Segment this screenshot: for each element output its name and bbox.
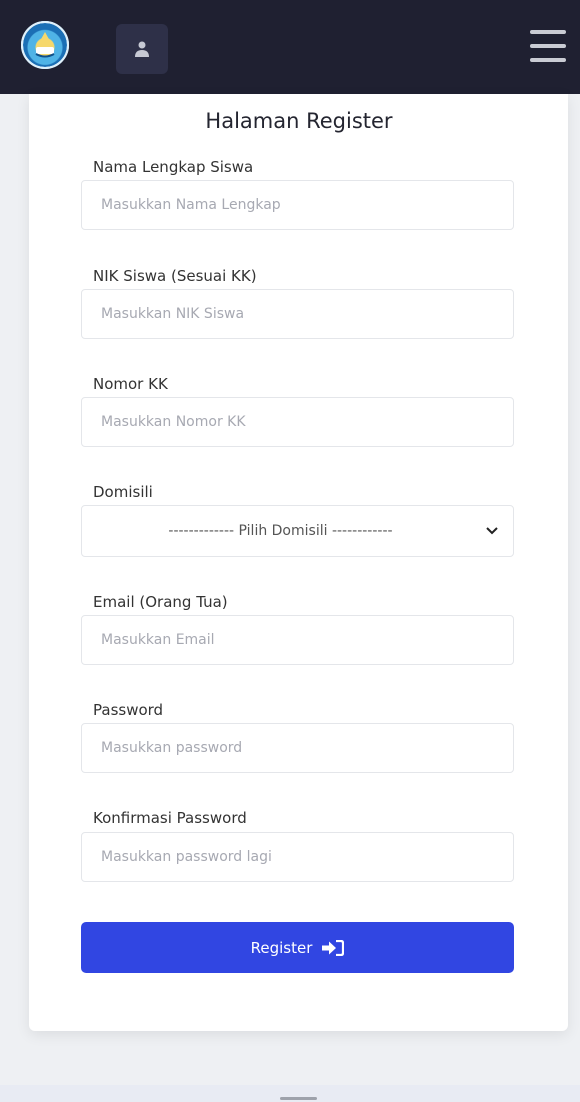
kk-number-input[interactable] bbox=[81, 397, 514, 447]
user-icon bbox=[135, 41, 149, 57]
kk-number-label: Nomor KK bbox=[93, 375, 168, 393]
domicile-select[interactable]: ------------- Pilih Domisili -----------… bbox=[81, 505, 514, 557]
user-button[interactable] bbox=[116, 24, 168, 74]
full-name-label: Nama Lengkap Siswa bbox=[93, 158, 254, 176]
nik-input[interactable] bbox=[81, 289, 514, 339]
tut-wuri-handayani-logo-icon[interactable] bbox=[21, 21, 69, 69]
full-name-input[interactable] bbox=[81, 180, 514, 230]
register-card bbox=[29, 94, 568, 1031]
hamburger-menu-icon-bar bbox=[530, 30, 566, 34]
top-navbar bbox=[0, 0, 580, 94]
register-button-label: Register bbox=[250, 938, 313, 957]
confirm-password-input[interactable] bbox=[81, 832, 514, 882]
password-input[interactable] bbox=[81, 723, 514, 773]
email-label: Email (Orang Tua) bbox=[93, 593, 228, 611]
hamburger-menu-button[interactable] bbox=[530, 30, 566, 64]
register-button[interactable]: Register bbox=[81, 922, 514, 973]
gesture-handle[interactable] bbox=[280, 1097, 317, 1100]
domicile-selected-value: ------------- Pilih Domisili -----------… bbox=[168, 523, 393, 539]
hamburger-menu-icon-bar bbox=[530, 44, 566, 48]
confirm-password-label: Konfirmasi Password bbox=[93, 809, 247, 827]
page-title: Halaman Register bbox=[205, 109, 393, 133]
hamburger-menu-icon-bar bbox=[530, 58, 566, 62]
chevron-down-icon bbox=[471, 527, 513, 535]
password-label: Password bbox=[93, 701, 164, 719]
nik-label: NIK Siswa (Sesuai KK) bbox=[93, 267, 257, 285]
domicile-label: Domisili bbox=[93, 483, 153, 501]
email-input[interactable] bbox=[81, 615, 514, 665]
sign-in-icon bbox=[322, 939, 345, 956]
